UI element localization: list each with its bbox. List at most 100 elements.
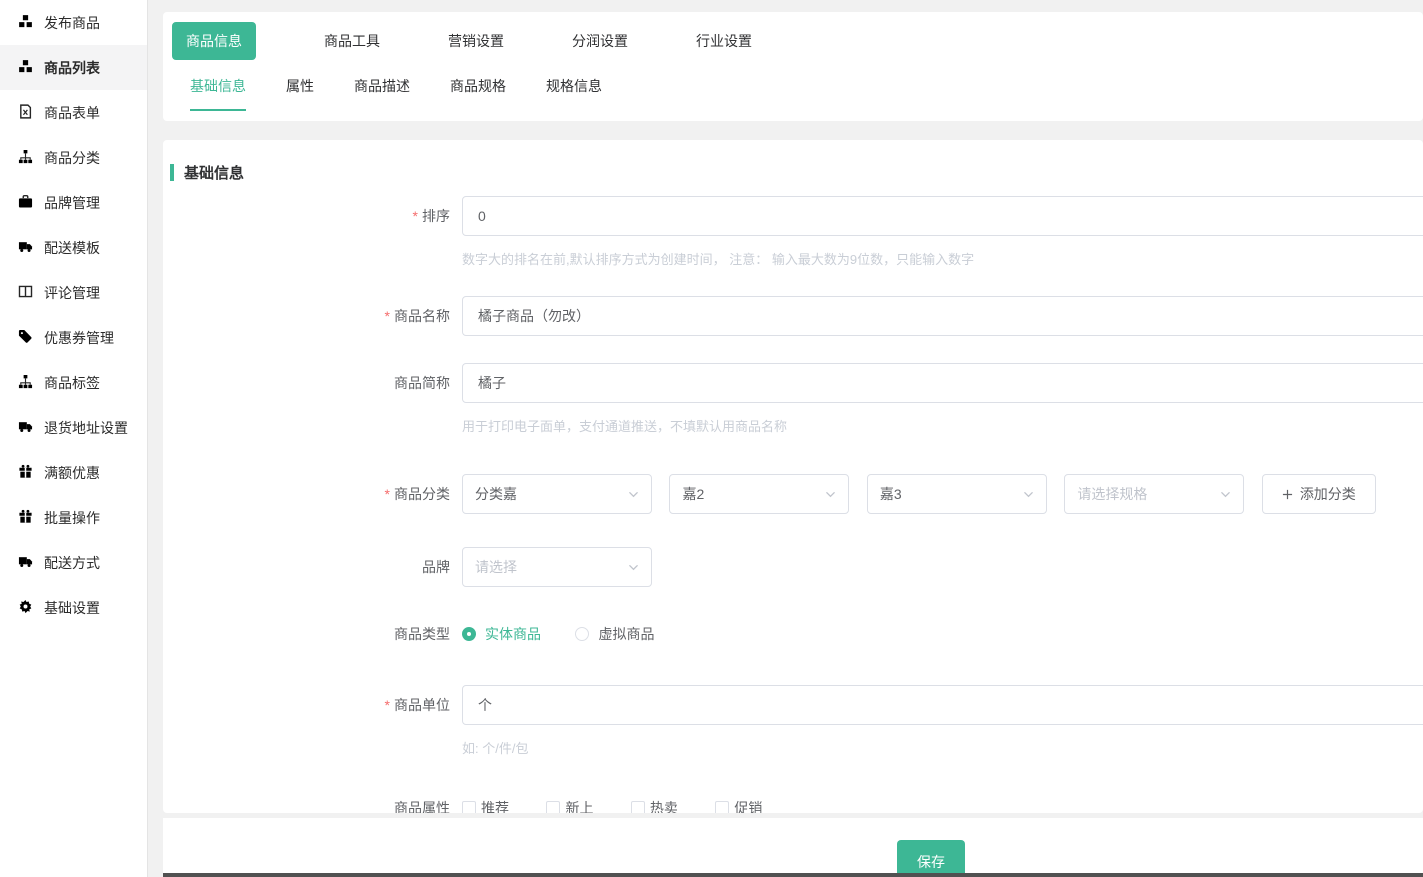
top-tabs: 商品信息 商品工具 营销设置 分润设置 行业设置 (172, 22, 1423, 60)
briefcase-icon (18, 194, 33, 212)
product-category-label: 商品分类 (163, 474, 462, 514)
sort-row: 排序 数字大的排名在前,默认排序方式为创建时间， 注意： 输入最大数为9位数，只… (163, 196, 1423, 268)
sidebar-item-product-list[interactable]: 商品列表 (0, 45, 147, 90)
radio-virtual-product[interactable]: 虚拟商品 (575, 624, 654, 644)
tab-industry-settings[interactable]: 行业设置 (696, 31, 752, 51)
category-select-level2[interactable]: 嘉2 (669, 474, 849, 514)
sitemap-icon (18, 374, 33, 392)
sidebar-item-return-address-settings[interactable]: 退货地址设置 (0, 405, 147, 450)
file-excel-icon (18, 104, 33, 122)
product-short-name-label: 商品简称 (163, 363, 462, 435)
subtab-basic-info[interactable]: 基础信息 (190, 76, 246, 111)
product-name-input[interactable] (462, 296, 1423, 336)
category-select-value: 嘉2 (682, 484, 704, 504)
chevron-down-icon (628, 562, 639, 573)
checkbox-promotion[interactable]: 促销 (715, 798, 762, 813)
sidebar-item-product-category[interactable]: 商品分类 (0, 135, 147, 180)
brand-row: 品牌 请选择 (163, 547, 1423, 587)
sidebar-item-delivery-template[interactable]: 配送模板 (0, 225, 147, 270)
product-attrs-row: 商品属性 推荐 新上 热卖 促销 (163, 798, 1423, 813)
chevron-down-icon (1220, 489, 1231, 500)
product-unit-input[interactable] (462, 685, 1423, 725)
sidebar-item-brand-management[interactable]: 品牌管理 (0, 180, 147, 225)
gift-icon (18, 509, 33, 527)
sidebar-item-batch-operation[interactable]: 批量操作 (0, 495, 147, 540)
product-unit-label: 商品单位 (163, 685, 462, 757)
category-select-value: 分类嘉 (475, 484, 517, 504)
footer-bar: 保存 (163, 818, 1423, 877)
product-type-label: 商品类型 (163, 624, 462, 646)
product-short-name-input[interactable] (462, 363, 1423, 403)
checkbox-label: 新上 (565, 798, 593, 813)
chevron-down-icon (628, 489, 639, 500)
truck-icon (18, 554, 33, 572)
section-header: 基础信息 (163, 162, 1423, 183)
checkbox-icon (631, 801, 645, 813)
checkbox-label: 促销 (734, 798, 762, 813)
radio-physical-product[interactable]: 实体商品 (462, 624, 541, 644)
sidebar-item-label: 配送方式 (44, 553, 100, 573)
sort-input[interactable] (462, 196, 1423, 236)
sidebar-item-label: 商品列表 (44, 58, 100, 78)
sidebar-item-label: 退货地址设置 (44, 418, 128, 438)
brand-select[interactable]: 请选择 (462, 547, 652, 587)
radio-label: 实体商品 (485, 624, 541, 644)
sidebar-item-product-form[interactable]: 商品表单 (0, 90, 147, 135)
add-category-label: 添加分类 (1300, 484, 1356, 504)
section-accent-bar (170, 164, 174, 181)
checkbox-recommend[interactable]: 推荐 (462, 798, 509, 813)
tab-product-info[interactable]: 商品信息 (172, 22, 256, 60)
gift-icon (18, 464, 33, 482)
subtab-spec-info[interactable]: 规格信息 (546, 76, 602, 111)
sidebar-item-comment-management[interactable]: 评论管理 (0, 270, 147, 315)
checkbox-new[interactable]: 新上 (546, 798, 593, 813)
gear-icon (18, 599, 33, 617)
sidebar-item-label: 商品表单 (44, 103, 100, 123)
main-content: 商品信息 商品工具 营销设置 分润设置 行业设置 基础信息 属性 商品描述 商品… (163, 0, 1423, 877)
tab-marketing-settings[interactable]: 营销设置 (448, 31, 504, 51)
product-short-name-row: 商品简称 用于打印电子面单，支付通道推送，不填默认用商品名称 (163, 363, 1423, 435)
save-button[interactable]: 保存 (897, 840, 965, 877)
tab-product-tools[interactable]: 商品工具 (324, 31, 380, 51)
sidebar-item-label: 商品分类 (44, 148, 100, 168)
truck-icon (18, 239, 33, 257)
spec-select-placeholder: 请选择规格 (1077, 484, 1147, 504)
product-attrs-label: 商品属性 (163, 798, 462, 813)
tags-icon (18, 329, 33, 347)
brand-label: 品牌 (163, 547, 462, 587)
product-name-row: 商品名称 (163, 296, 1423, 336)
category-select-level1[interactable]: 分类嘉 (462, 474, 652, 514)
sub-tabs: 基础信息 属性 商品描述 商品规格 规格信息 (172, 76, 1423, 111)
product-type-row: 商品类型 实体商品 虚拟商品 (163, 624, 1423, 646)
add-category-button[interactable]: 添加分类 (1262, 474, 1376, 514)
radio-dot-icon (575, 627, 589, 641)
product-form: 排序 数字大的排名在前,默认排序方式为创建时间， 注意： 输入最大数为9位数，只… (163, 196, 1423, 813)
spec-select[interactable]: 请选择规格 (1064, 474, 1244, 514)
subtab-product-description[interactable]: 商品描述 (354, 76, 410, 111)
sidebar-item-product-tags[interactable]: 商品标签 (0, 360, 147, 405)
category-select-value: 嘉3 (880, 484, 902, 504)
subtab-attributes[interactable]: 属性 (286, 76, 314, 111)
sort-label: 排序 (163, 196, 462, 268)
cubes-icon (18, 14, 33, 32)
sidebar-item-publish-product[interactable]: 发布商品 (0, 0, 147, 45)
checkbox-icon (546, 801, 560, 813)
subtab-product-spec[interactable]: 商品规格 (450, 76, 506, 111)
sidebar-item-delivery-method[interactable]: 配送方式 (0, 540, 147, 585)
section-title: 基础信息 (184, 162, 244, 183)
cubes-icon (18, 59, 33, 77)
sidebar-item-basic-settings[interactable]: 基础设置 (0, 585, 147, 630)
checkbox-label: 热卖 (650, 798, 678, 813)
tab-profit-settings[interactable]: 分润设置 (572, 31, 628, 51)
product-unit-hint: 如: 个/件/包 (462, 738, 1423, 757)
sidebar-item-label: 批量操作 (44, 508, 100, 528)
sidebar-item-coupon-management[interactable]: 优惠券管理 (0, 315, 147, 360)
sidebar-item-label: 满额优惠 (44, 463, 100, 483)
category-select-level3[interactable]: 嘉3 (867, 474, 1047, 514)
sort-hint: 数字大的排名在前,默认排序方式为创建时间， 注意： 输入最大数为9位数，只能输入… (462, 249, 1423, 268)
product-name-label: 商品名称 (163, 296, 462, 336)
sidebar-item-label: 商品标签 (44, 373, 100, 393)
horizontal-scrollbar[interactable] (163, 873, 1423, 877)
checkbox-hot[interactable]: 热卖 (631, 798, 678, 813)
sidebar-item-full-discount[interactable]: 满额优惠 (0, 450, 147, 495)
